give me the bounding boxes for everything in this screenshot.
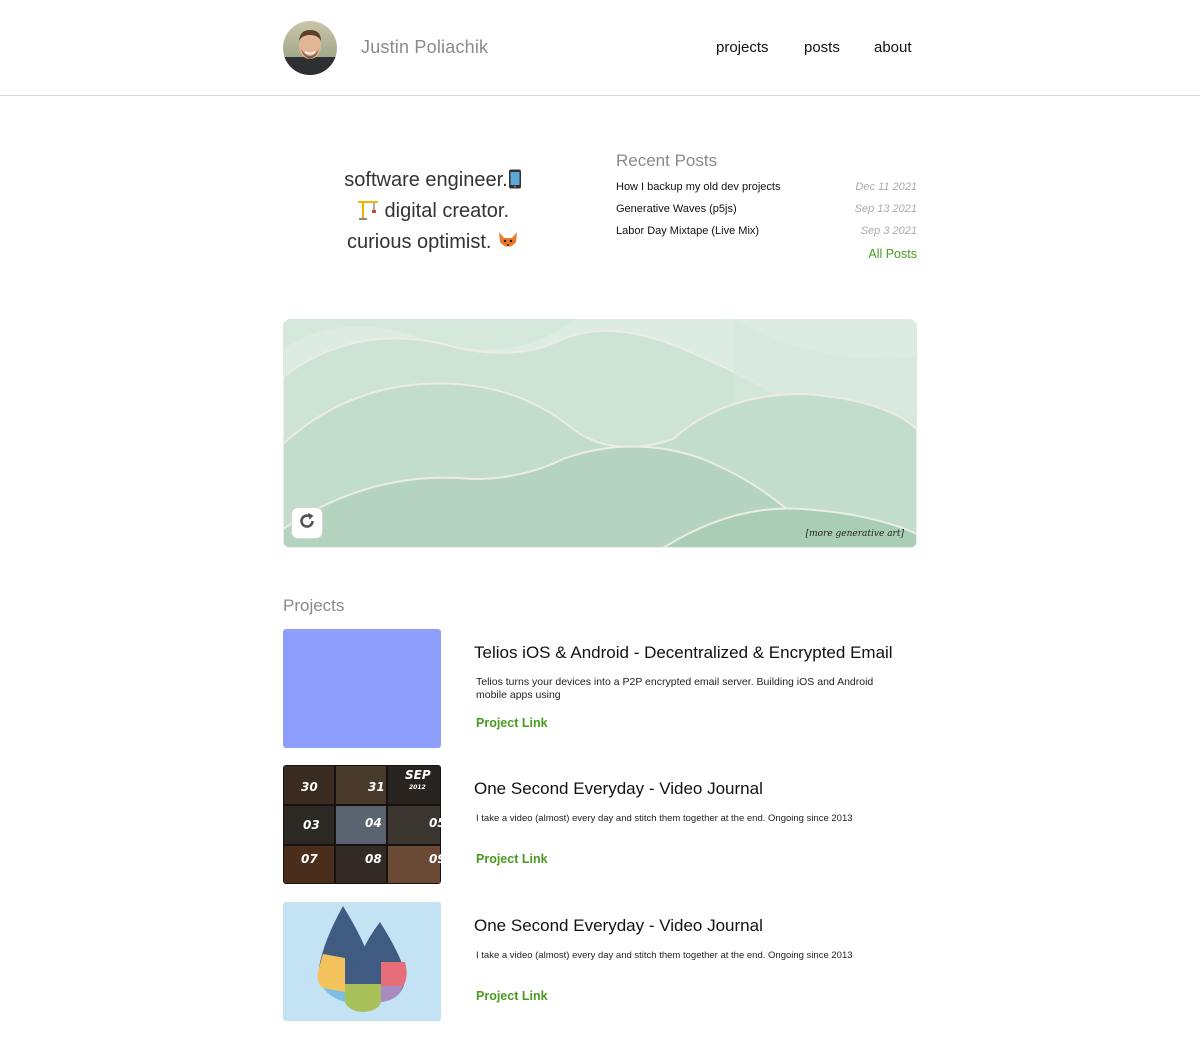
project-link[interactable]: Project Link [476, 716, 548, 730]
mobile-phone-icon [508, 169, 522, 197]
project-title[interactable]: One Second Everyday - Video Journal [474, 916, 763, 936]
post-date: Sep 3 2021 [860, 225, 917, 237]
project-title[interactable]: One Second Everyday - Video Journal [474, 779, 763, 799]
thumb-label: 31 [368, 780, 385, 794]
project-card: One Second Everyday - Video Journal I ta… [283, 902, 917, 1021]
post-title[interactable]: How I backup my old dev projects [616, 181, 780, 193]
post-title[interactable]: Generative Waves (p5js) [616, 203, 737, 215]
fox-icon [497, 231, 519, 259]
post-title[interactable]: Labor Day Mixtape (Live Mix) [616, 225, 759, 237]
tagline-line-1: software engineer. [283, 166, 583, 197]
all-posts-link[interactable]: All Posts [868, 247, 917, 261]
projects-section-title: Projects [283, 596, 345, 615]
post-date: Dec 11 2021 [855, 181, 917, 193]
post-row[interactable]: Generative Waves (p5js) Sep 13 2021 [616, 203, 917, 221]
droplets-logo-icon [283, 902, 441, 1021]
thumb-label: 07 [301, 852, 318, 866]
thumb-label: 03 [303, 818, 320, 832]
project-link[interactable]: Project Link [476, 852, 548, 866]
project-description: Telios turns your devices into a P2P enc… [476, 676, 874, 701]
more-art-link[interactable]: [more generative art] [806, 529, 904, 539]
project-card: 30 31 SEP 2012 03 04 05 07 08 09 One Sec… [283, 765, 917, 884]
thumb-label: 30 [301, 780, 318, 794]
generative-art-canvas[interactable]: [more generative art] [283, 319, 917, 548]
avatar[interactable] [283, 21, 337, 75]
tagline-line-3: curious optimist. [283, 228, 583, 259]
refresh-button[interactable] [292, 508, 322, 538]
post-row[interactable]: Labor Day Mixtape (Live Mix) Sep 3 2021 [616, 225, 917, 243]
post-date: Sep 13 2021 [854, 203, 917, 215]
thumb-label: 09 [429, 852, 441, 866]
nav-posts[interactable]: posts [804, 39, 840, 56]
project-description: I take a video (almost) every day and st… [476, 813, 853, 824]
project-card: Telios iOS & Android - Decentralized & E… [283, 629, 917, 748]
crane-icon [357, 198, 379, 228]
site-name[interactable]: Justin Poliachik [361, 37, 488, 58]
generative-waves [283, 319, 917, 548]
nav-projects[interactable]: projects [716, 39, 769, 56]
recent-posts-title: Recent Posts [616, 151, 718, 170]
thumb-label: 04 [365, 816, 382, 830]
thumb-label: SEP [405, 768, 431, 782]
project-description: I take a video (almost) every day and st… [476, 950, 853, 961]
project-link[interactable]: Project Link [476, 989, 548, 1003]
nav-about[interactable]: about [874, 39, 912, 56]
project-thumbnail[interactable] [283, 629, 441, 748]
thumb-label: 2012 [409, 784, 426, 791]
thumb-label: 05 [429, 816, 441, 830]
tagline-text: digital creator. [378, 200, 510, 222]
tagline: software engineer. digital creator. curi… [283, 166, 583, 259]
project-thumbnail[interactable] [283, 902, 441, 1021]
tagline-text: curious optimist. [346, 231, 498, 253]
tagline-text: software engineer. [344, 169, 508, 191]
thumb-label: 08 [365, 852, 382, 866]
refresh-icon [297, 511, 317, 536]
post-row[interactable]: How I backup my old dev projects Dec 11 … [616, 181, 917, 199]
tagline-line-2: digital creator. [283, 197, 583, 228]
site-header: Justin Poliachik projects posts about [0, 0, 1200, 96]
project-title[interactable]: Telios iOS & Android - Decentralized & E… [474, 643, 893, 663]
project-thumbnail[interactable]: 30 31 SEP 2012 03 04 05 07 08 09 [283, 765, 441, 884]
